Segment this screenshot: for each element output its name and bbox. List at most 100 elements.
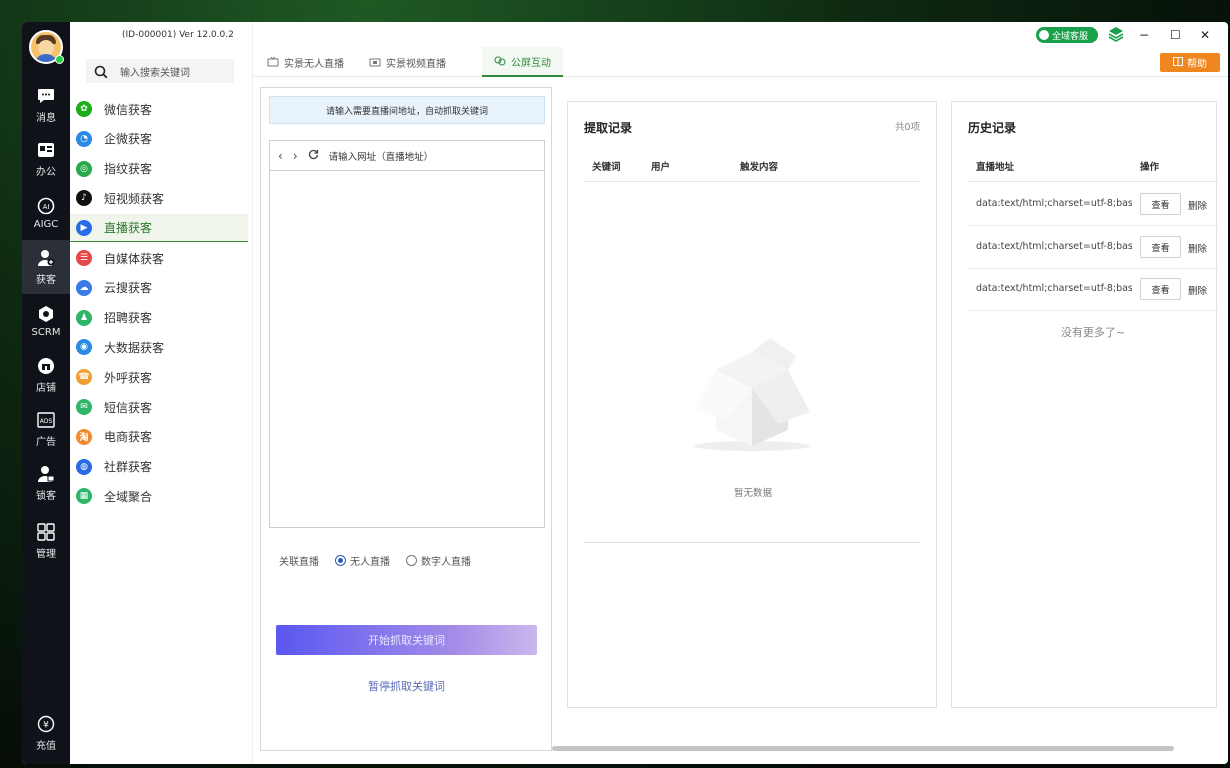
nav-item[interactable]: ◍ 社群获客 <box>70 453 248 481</box>
user-add-icon <box>37 249 55 267</box>
nav-item[interactable]: ♟ 招聘获客 <box>70 304 248 332</box>
nav-item-label: 云搜获客 <box>104 281 153 296</box>
tab-realscene-unmanned[interactable]: 实景无人直播 <box>267 47 344 77</box>
nav-item[interactable]: ☎ 外呼获客 <box>70 363 248 391</box>
store-icon <box>37 357 55 375</box>
nav-item-icon: ♟ <box>76 309 92 326</box>
stream-icon <box>267 56 279 67</box>
radio-unmanned[interactable] <box>335 555 346 566</box>
browser-toolbar: ‹ › 请输入网址（直播地址） <box>270 141 544 171</box>
minimize-button[interactable]: − <box>1139 28 1149 42</box>
records-title: 提取记录 <box>584 121 633 135</box>
search-placeholder: 输入搜索关键词 <box>120 67 190 79</box>
records-table-header: 关键词 用户 触发内容 <box>584 148 920 182</box>
search-icon <box>94 64 108 79</box>
maximize-button[interactable]: ☐ <box>1170 28 1181 42</box>
support-icon <box>1039 30 1049 40</box>
nav-item-icon: ✿ <box>76 101 92 117</box>
history-url: data:text/html;charset=utf-8;base64 <box>976 283 1132 294</box>
view-button[interactable]: 查看 <box>1140 236 1181 258</box>
nav-item-icon: ▶ <box>76 219 92 236</box>
nav-item[interactable]: 淘电商获客 <box>70 423 248 451</box>
col-trigger: 触发内容 <box>740 162 779 173</box>
layers-icon[interactable] <box>1108 26 1124 45</box>
rail-item-aigc[interactable]: AI AIGC <box>22 186 70 240</box>
delete-button[interactable]: 删除 <box>1188 241 1207 255</box>
rail-item-recharge[interactable]: ¥ 充值 <box>22 706 70 760</box>
nav-item[interactable]: ♪ 短视频获客 <box>70 184 248 212</box>
url-input[interactable]: 请输入网址（直播地址） <box>329 149 434 163</box>
rail-item-office[interactable]: 办公 <box>22 132 70 186</box>
nav-item-label: 微信获客 <box>104 102 153 117</box>
embedded-browser[interactable]: ‹ › 请输入网址（直播地址） <box>269 140 545 528</box>
radio-digital-human[interactable] <box>406 555 417 566</box>
nav-item-label: 短信获客 <box>104 400 153 415</box>
nav-item-icon: ☁ <box>76 279 92 296</box>
ads-icon: ADS <box>37 411 55 429</box>
forward-icon[interactable]: › <box>293 149 298 163</box>
office-icon <box>37 141 55 159</box>
left-rail: 消息 办公 AI AIGC 获客 SCRM 店铺 ADS 广告 锁客 管理 ¥ … <box>22 22 70 764</box>
nav-item[interactable]: ☁ 云搜获客 <box>70 274 248 302</box>
history-title: 历史记录 <box>968 121 1017 135</box>
close-button[interactable]: ✕ <box>1200 28 1210 42</box>
svg-text:AI: AI <box>43 203 50 211</box>
rail-item-lock-customer[interactable]: 锁客 <box>22 456 70 510</box>
tab-bar: 实景无人直播 实景视频直播 公屏互动 <box>253 47 1228 77</box>
radio-group-label: 关联直播 <box>279 557 319 568</box>
view-button[interactable]: 查看 <box>1140 278 1181 300</box>
history-url: data:text/html;charset=utf-8;base64 <box>976 241 1132 252</box>
help-button[interactable]: 帮助 <box>1160 53 1220 72</box>
nav-item-icon: ▦ <box>76 488 92 505</box>
back-icon[interactable]: ‹ <box>278 149 283 163</box>
nav-item[interactable]: ☰ 自媒体获客 <box>70 244 248 272</box>
ai-icon: AI <box>37 197 55 215</box>
col-keyword: 关键词 <box>592 162 621 173</box>
nav-item-icon: ✉ <box>76 399 92 415</box>
capture-panel: 请输入需要直播间地址，自动抓取关键词 ‹ › 请输入网址（直播地址） 关联直播 … <box>260 87 552 751</box>
nav-item-label: 社群获客 <box>104 460 153 475</box>
nav-item[interactable]: ◉ 大数据获客 <box>70 333 248 361</box>
rail-item-acquire[interactable]: 获客 <box>22 240 70 294</box>
nav-item[interactable]: ◔ 企微获客 <box>70 125 248 153</box>
nav-item-label: 指纹获客 <box>104 162 153 177</box>
history-panel: 历史记录 直播地址 操作 data:text/html;charset=utf-… <box>951 101 1218 708</box>
nav-item[interactable]: ▦ 全域聚合 <box>70 482 248 510</box>
rail-item-scrm[interactable]: SCRM <box>22 294 70 348</box>
nav-item-icon: ◍ <box>76 458 92 475</box>
search-input[interactable]: 输入搜索关键词 <box>86 59 234 83</box>
records-count: 共0项 <box>894 122 920 133</box>
start-capture-button[interactable]: 开始抓取关键词 <box>276 625 537 655</box>
help-icon <box>1173 56 1183 69</box>
pause-capture-link[interactable]: 暂停抓取关键词 <box>276 678 537 694</box>
records-panel: 提取记录 共0项 关键词 用户 触发内容 暂无数据 <box>567 101 937 708</box>
col-actions: 操作 <box>1140 162 1160 173</box>
radio-unmanned-label: 无人直播 <box>350 557 390 568</box>
support-button[interactable]: 全域客服 <box>1036 27 1098 43</box>
user-lock-icon <box>37 465 55 483</box>
tab-public-screen[interactable]: 公屏互动 <box>482 47 563 77</box>
rail-item-manage[interactable]: 管理 <box>22 514 70 568</box>
nav-item-label: 直播获客 <box>104 221 153 236</box>
nav-item-label: 全域聚合 <box>104 489 153 504</box>
refresh-icon[interactable] <box>308 149 319 163</box>
rail-item-ads[interactable]: ADS 广告 <box>22 402 70 456</box>
view-button[interactable]: 查看 <box>1140 193 1181 215</box>
nav-item[interactable]: ✉ 短信获客 <box>70 393 248 421</box>
tab-realscene-video[interactable]: 实景视频直播 <box>369 47 446 77</box>
rail-item-store[interactable]: 店铺 <box>22 348 70 402</box>
delete-button[interactable]: 删除 <box>1188 198 1207 212</box>
nav-item-icon: ◔ <box>76 130 92 147</box>
rail-item-message[interactable]: 消息 <box>22 78 70 132</box>
nav-item[interactable]: ✿ 微信获客 <box>70 95 248 123</box>
history-table-header: 直播地址 操作 <box>968 148 1218 182</box>
horizontal-scrollbar[interactable] <box>552 746 1174 751</box>
live-type-radio-group: 关联直播 无人直播 数字人直播 <box>279 553 471 568</box>
nav-item[interactable]: ◎ 指纹获客 <box>70 155 248 183</box>
yuan-icon: ¥ <box>37 715 55 733</box>
message-icon <box>37 87 55 105</box>
records-divider <box>584 542 920 543</box>
nav-item[interactable]: ▶ 直播获客 <box>70 214 248 243</box>
delete-button[interactable]: 删除 <box>1188 283 1207 297</box>
svg-text:¥: ¥ <box>43 720 49 730</box>
